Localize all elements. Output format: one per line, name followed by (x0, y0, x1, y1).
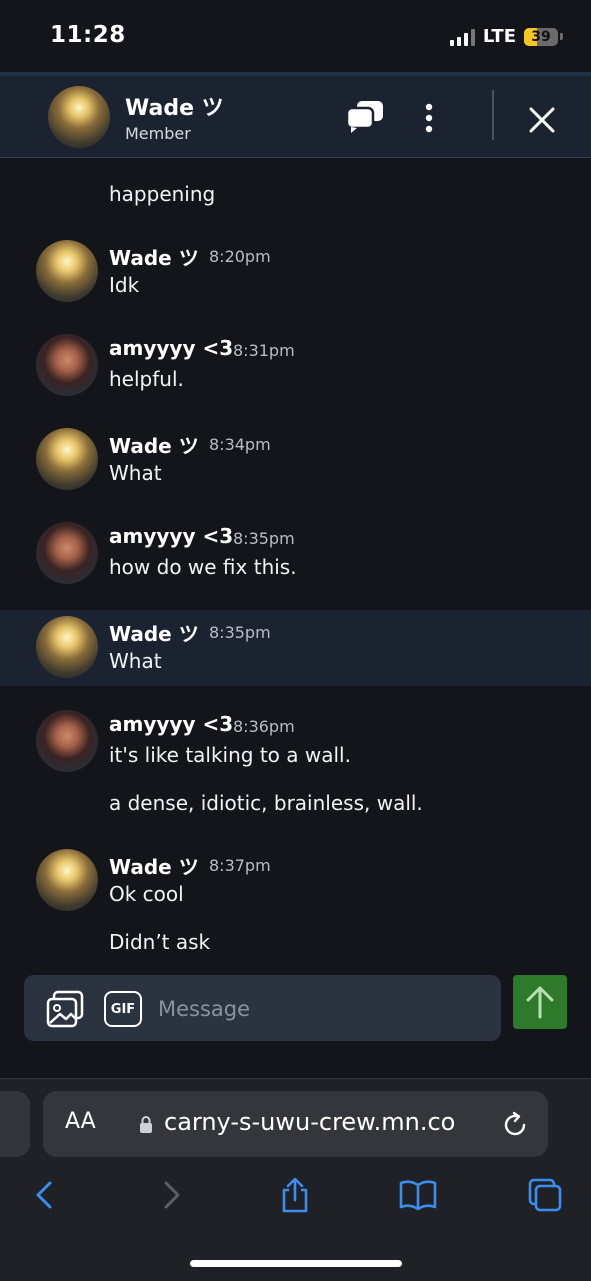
bookmarks-icon[interactable] (398, 1175, 438, 1215)
avatar[interactable] (36, 522, 98, 584)
forward-icon[interactable] (152, 1175, 192, 1215)
message-item: amyyyy <3 8:35pm how do we fix this. (0, 512, 591, 592)
message-item: Wade ツ 8:20pm Idk (0, 230, 591, 310)
message-text: it's like talking to a wall. (109, 743, 351, 767)
browser-chrome: AA carny-s-uwu-crew.mn.co (0, 1078, 591, 1281)
avatar[interactable] (36, 428, 98, 490)
message-time: 8:20pm (209, 247, 271, 266)
message-time: 8:31pm (233, 341, 295, 360)
status-indicators: LTE 39 (449, 26, 563, 47)
back-icon[interactable] (24, 1175, 64, 1215)
message-text: Didn’t ask (109, 930, 211, 954)
message-input[interactable] (156, 975, 490, 1043)
message-text: how do we fix this. (109, 555, 297, 579)
message-item: amyyyy <3 8:31pm helpful. (0, 324, 591, 404)
member-role: Member (125, 124, 191, 143)
url-text[interactable]: carny-s-uwu-crew.mn.co (164, 1108, 455, 1136)
message-item: Wade ツ 8:37pm Ok cool Didn’t ask (0, 839, 591, 964)
send-button[interactable] (513, 975, 567, 1029)
message-time: 8:37pm (209, 856, 271, 875)
message-author[interactable]: amyyyy <3 (109, 336, 233, 360)
message-time: 8:35pm (209, 623, 271, 642)
message-item: happening (0, 158, 591, 218)
address-bar[interactable]: AA carny-s-uwu-crew.mn.co (43, 1091, 548, 1157)
message-composer: GIF (24, 975, 501, 1043)
message-item: amyyyy <3 8:36pm it's like talking to a … (0, 700, 591, 825)
lock-icon (139, 1115, 153, 1133)
battery-level: 39 (531, 28, 551, 45)
message-text: Idk (109, 273, 140, 297)
message-item: Wade ツ 8:35pm What (0, 610, 591, 686)
text-size-button[interactable]: AA (65, 1109, 96, 1134)
arrow-up-icon (526, 986, 554, 1019)
avatar[interactable] (36, 616, 98, 678)
message-text: What (109, 649, 162, 673)
tabs-icon[interactable] (525, 1175, 565, 1215)
avatar[interactable] (48, 86, 110, 148)
message-time: 8:35pm (233, 529, 295, 548)
close-icon[interactable] (522, 100, 562, 140)
message-author[interactable]: Wade ツ (109, 851, 199, 880)
battery-tip (560, 33, 563, 40)
avatar[interactable] (36, 334, 98, 396)
message-author[interactable]: Wade ツ (109, 242, 199, 271)
message-text: a dense, idiotic, brainless, wall. (109, 791, 423, 815)
message-time: 8:34pm (209, 435, 271, 454)
message-text: Ok cool (109, 882, 184, 906)
image-upload-icon[interactable] (46, 990, 84, 1028)
message-author[interactable]: Wade ツ (109, 618, 199, 647)
message-text: helpful. (109, 367, 184, 391)
message-author[interactable]: Wade ツ (109, 430, 199, 459)
message-text: happening (109, 182, 216, 206)
avatar[interactable] (36, 710, 98, 772)
chat-bubbles-icon[interactable] (344, 96, 386, 138)
message-list[interactable]: happening Wade ツ 8:20pm Idk amyyyy <3 8:… (0, 158, 591, 970)
previous-tab[interactable] (0, 1091, 30, 1157)
signal-icon (449, 28, 475, 46)
home-indicator[interactable] (190, 1260, 402, 1267)
header-divider (492, 90, 494, 140)
avatar[interactable] (36, 849, 98, 911)
message-text: What (109, 461, 162, 485)
network-label: LTE (482, 26, 516, 47)
message-item: Wade ツ 8:34pm What (0, 418, 591, 498)
battery-icon: 39 (524, 27, 558, 46)
chat-header: Wade ツ Member (0, 72, 591, 158)
status-time: 11:28 (50, 22, 126, 48)
message-time: 8:36pm (233, 717, 295, 736)
message-author[interactable]: amyyyy <3 (109, 712, 233, 736)
gif-icon[interactable]: GIF (104, 991, 142, 1027)
share-icon[interactable] (275, 1175, 315, 1215)
chat-title[interactable]: Wade ツ (125, 90, 224, 122)
status-bar: 11:28 LTE 39 (0, 0, 591, 72)
reload-icon[interactable] (501, 1111, 529, 1139)
message-author[interactable]: amyyyy <3 (109, 524, 233, 548)
avatar[interactable] (36, 240, 98, 302)
more-options-icon[interactable] (414, 100, 444, 136)
